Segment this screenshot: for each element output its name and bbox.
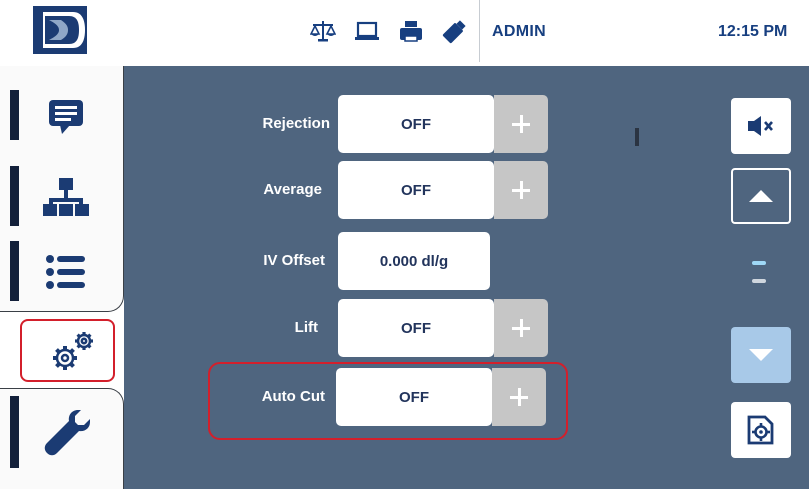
nav-item-settings[interactable] — [10, 322, 120, 380]
triangle-down-icon — [749, 349, 773, 361]
average-value[interactable]: OFF — [338, 161, 494, 219]
lift-plus-button[interactable] — [494, 299, 548, 357]
nav-indicator — [10, 166, 19, 226]
average-label: Average — [263, 181, 322, 198]
position-marker — [635, 128, 639, 146]
company-logo — [33, 6, 87, 54]
nav-item-messages[interactable] — [10, 90, 120, 140]
page-settings-button[interactable] — [731, 402, 791, 458]
rejection-label: Rejection — [262, 115, 330, 132]
nav-indicator — [10, 241, 19, 301]
page-indicator-active — [752, 261, 766, 265]
rejection-row: Rejection — [124, 95, 330, 153]
iv-offset-label: IV Offset — [263, 252, 325, 269]
clock: 12:15 PM — [718, 23, 788, 40]
nav-item-list[interactable] — [10, 241, 120, 301]
chat-icon — [49, 100, 83, 134]
header-bar: ADMIN 12:15 PM — [0, 0, 809, 66]
auto-cut-highlight — [208, 362, 568, 440]
network-icon — [43, 178, 89, 216]
average-row: Average — [124, 161, 322, 219]
left-navigation — [0, 66, 124, 489]
printer-icon — [400, 21, 422, 42]
user-label: ADMIN — [492, 23, 546, 40]
average-plus-button[interactable] — [494, 161, 548, 219]
laptop-icon — [355, 21, 379, 40]
list-icon — [46, 255, 85, 289]
wrench-icon — [44, 410, 90, 456]
usb-drive-icon — [442, 20, 466, 44]
triangle-up-icon — [749, 190, 773, 202]
nav-indicator — [10, 396, 19, 468]
nav-indicator — [10, 90, 19, 140]
gears-icon — [53, 332, 93, 370]
speaker-muted-icon — [748, 116, 773, 136]
scroll-up-button[interactable] — [731, 168, 791, 224]
lift-value[interactable]: OFF — [338, 299, 494, 357]
scale-icon — [310, 21, 336, 42]
scroll-down-button[interactable] — [731, 327, 791, 383]
header-divider — [479, 0, 480, 62]
lift-row: Lift — [124, 299, 318, 357]
nav-item-network[interactable] — [10, 166, 120, 226]
page-settings-icon — [747, 415, 774, 445]
mute-button[interactable] — [731, 98, 791, 154]
page-indicator — [752, 279, 766, 283]
lift-label: Lift — [294, 319, 318, 336]
iv-offset-value[interactable]: 0.000 dl/g — [338, 232, 490, 290]
nav-item-tools[interactable] — [10, 396, 120, 468]
rejection-plus-button[interactable] — [494, 95, 548, 153]
iv-offset-row: IV Offset — [124, 232, 325, 290]
status-icons — [310, 14, 470, 48]
rejection-value[interactable]: OFF — [338, 95, 494, 153]
